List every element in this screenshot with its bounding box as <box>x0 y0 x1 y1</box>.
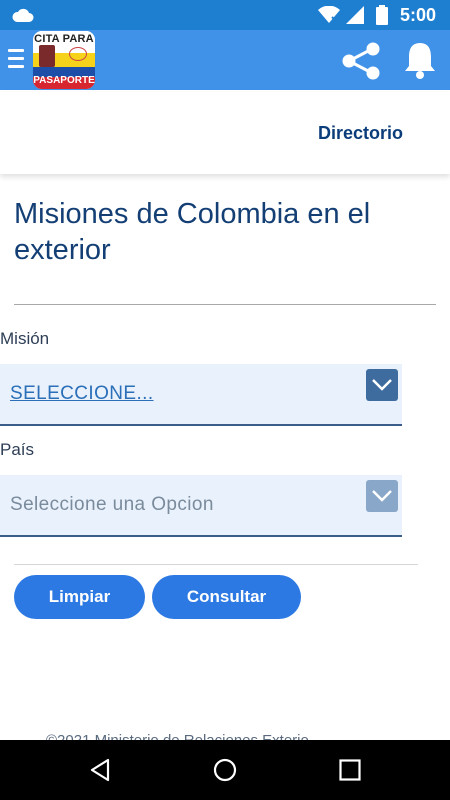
directory-card: Directorio <box>0 92 450 174</box>
logo-line1: CITA PARA <box>34 33 94 45</box>
signal-icon <box>346 6 364 24</box>
chevron-down-icon[interactable] <box>366 480 398 512</box>
recent-apps-icon[interactable] <box>339 759 361 781</box>
wifi-icon <box>318 6 340 24</box>
logo-line2: PASAPORTE <box>33 75 95 86</box>
divider <box>14 304 436 305</box>
battery-icon <box>376 5 388 25</box>
mision-selected-value: SELECCIONE... <box>10 383 154 404</box>
pais-select[interactable]: Seleccione una Opcion <box>0 475 402 537</box>
chevron-down-icon[interactable] <box>366 369 398 401</box>
pais-placeholder: Seleccione una Opcion <box>10 494 214 515</box>
home-icon[interactable] <box>213 758 237 782</box>
mision-label: Misión <box>0 329 50 348</box>
bell-icon[interactable] <box>402 40 438 80</box>
navigation-bar <box>0 740 450 800</box>
clear-button[interactable]: Limpiar <box>14 575 145 619</box>
consult-button[interactable]: Consultar <box>152 575 301 619</box>
mision-select[interactable]: SELECCIONE... <box>0 364 402 426</box>
page-title: Misiones de Colombia en el exterior <box>14 198 371 266</box>
share-icon[interactable] <box>340 42 382 80</box>
directory-link[interactable]: Directorio <box>318 123 403 144</box>
back-icon[interactable] <box>88 758 112 782</box>
status-time: 5:00 <box>400 5 437 25</box>
status-bar: 5:00 <box>0 0 450 30</box>
menu-icon[interactable] <box>8 49 24 71</box>
divider <box>14 564 418 565</box>
app-logo: CITA PARA PASAPORTE <box>33 31 95 89</box>
pais-label: País <box>0 440 35 459</box>
stamp-icon <box>69 47 87 61</box>
cloud-icon <box>12 8 34 22</box>
app-bar: CITA PARA PASAPORTE <box>0 30 450 90</box>
passport-icon <box>39 45 55 67</box>
